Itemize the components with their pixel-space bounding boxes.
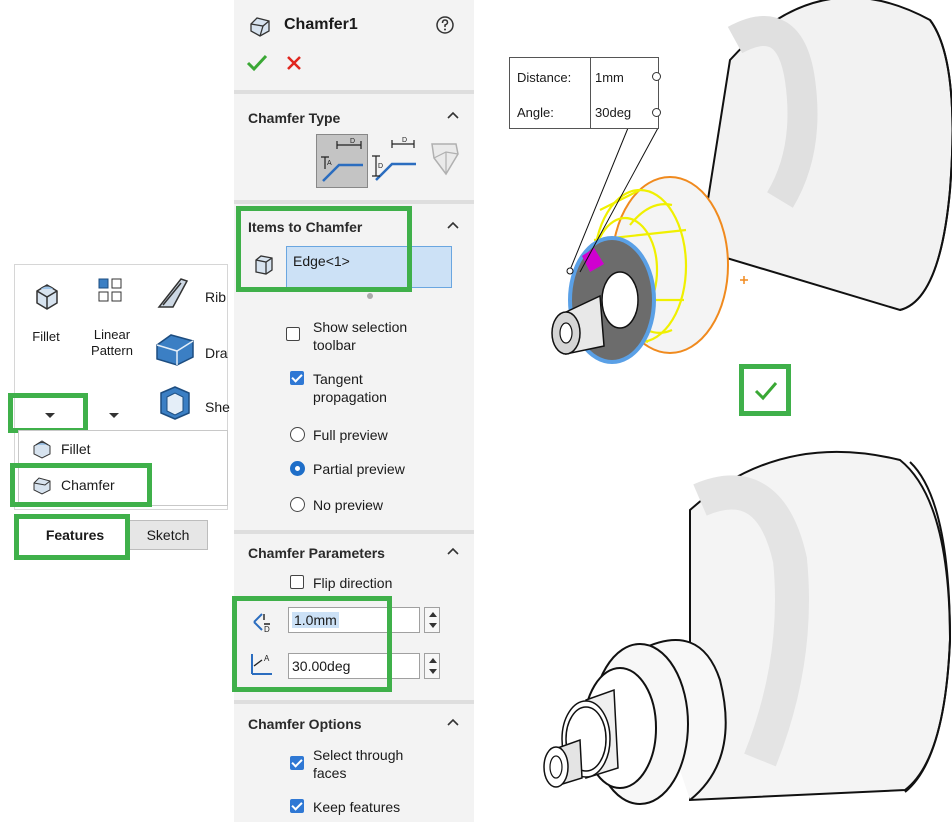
distance-distance-icon: D D xyxy=(372,137,416,181)
highlight-chamfer-item xyxy=(10,463,152,507)
checkmark-icon xyxy=(754,382,778,401)
callout-pin[interactable] xyxy=(652,108,661,117)
chevron-up-icon[interactable] xyxy=(446,717,460,727)
highlight-chamfer-values xyxy=(232,596,392,692)
callout-distance-label: Distance: xyxy=(517,70,572,85)
angle-distance-icon: D A xyxy=(321,138,363,182)
divider xyxy=(234,700,474,704)
draft-label: Dra xyxy=(205,345,228,361)
fillet-icon xyxy=(36,284,58,310)
ok-button[interactable] xyxy=(246,54,268,72)
dimension-callout: Distance: 1mm Angle: 30deg xyxy=(509,57,661,129)
select-through-faces-checkbox[interactable] xyxy=(290,756,304,770)
svg-text:A: A xyxy=(327,160,332,167)
confirm-check-box xyxy=(739,364,791,416)
rib-label: Rib xyxy=(205,289,227,305)
callout-angle-label: Angle: xyxy=(517,105,554,120)
resize-handle[interactable] xyxy=(367,293,373,299)
tangent-propagation-checkbox[interactable] xyxy=(290,371,304,385)
tangent-propagation-label: Tangent propagation xyxy=(313,371,387,405)
show-selection-toolbar-label: Show selection toolbar xyxy=(313,319,408,353)
no-preview-radio[interactable] xyxy=(290,497,305,512)
chamfer-type-distance-distance[interactable]: D D xyxy=(370,134,422,188)
chevron-up-icon[interactable] xyxy=(446,220,460,230)
pattern-dropdown-arrow[interactable] xyxy=(99,405,129,425)
callout-angle-value[interactable]: 30deg xyxy=(595,105,631,120)
fillet-label: Fillet xyxy=(32,329,60,344)
draft-button[interactable]: Dra xyxy=(155,331,229,371)
model-preview xyxy=(551,0,952,364)
partial-preview-label: Partial preview xyxy=(313,461,405,477)
chevron-up-icon[interactable] xyxy=(446,110,460,120)
select-through-faces-label: Select through faces xyxy=(313,747,404,781)
highlight-features-tab xyxy=(14,514,130,560)
keep-features-checkbox[interactable] xyxy=(290,799,304,813)
callout-divider xyxy=(590,58,591,128)
divider xyxy=(234,200,474,204)
rib-icon xyxy=(157,278,189,308)
section-title-chamfer-options: Chamfer Options xyxy=(248,716,362,732)
flip-direction-checkbox[interactable] xyxy=(290,575,304,589)
divider xyxy=(234,530,474,534)
question-circle-icon[interactable] xyxy=(435,15,455,35)
vertex-chamfer-icon xyxy=(431,143,459,176)
full-preview-radio[interactable] xyxy=(290,427,305,442)
section-title-chamfer-parameters: Chamfer Parameters xyxy=(248,545,385,561)
cancel-button[interactable] xyxy=(286,55,302,71)
shell-icon xyxy=(160,386,190,420)
shell-label: She xyxy=(205,399,230,415)
highlight-items-to-chamfer xyxy=(236,206,412,292)
linear-pattern-icon xyxy=(98,278,122,302)
chamfer-icon xyxy=(250,17,270,37)
highlight-fillet-dropdown xyxy=(8,393,88,433)
partial-preview-radio[interactable] xyxy=(290,461,305,476)
fillet-icon xyxy=(33,440,51,459)
tab-sketch[interactable]: Sketch xyxy=(128,520,208,550)
chevron-up-icon[interactable] xyxy=(446,546,460,556)
shell-button[interactable]: She xyxy=(155,385,230,425)
tab-label: Sketch xyxy=(146,527,190,543)
rib-button[interactable]: Rib xyxy=(155,275,229,315)
menu-item-fillet[interactable]: Fillet xyxy=(23,433,221,465)
menu-item-label: Fillet xyxy=(61,441,91,457)
linear-pattern-label: Linear Pattern xyxy=(91,327,133,358)
keep-features-label: Keep features xyxy=(313,799,401,815)
chevron-down-icon xyxy=(109,413,119,418)
svg-text:D: D xyxy=(402,137,407,144)
chamfer-type-vertex[interactable] xyxy=(424,134,464,188)
flip-direction-label: Flip direction xyxy=(313,575,393,591)
fillet-button[interactable]: Fillet xyxy=(17,271,75,355)
draft-icon xyxy=(156,334,194,366)
angle-spinner[interactable] xyxy=(424,653,440,679)
chamfer-property-manager: Chamfer1 Chamfer Type D A D D Items to C… xyxy=(234,0,474,822)
distance-spinner[interactable] xyxy=(424,607,440,633)
chamfer-type-angle-distance[interactable]: D A xyxy=(316,134,368,188)
page-title: Chamfer1 xyxy=(284,16,358,33)
divider xyxy=(234,90,474,94)
section-title-chamfer-type: Chamfer Type xyxy=(248,110,341,126)
svg-text:D: D xyxy=(378,163,383,170)
linear-pattern-button[interactable]: Linear Pattern xyxy=(77,271,147,367)
callout-pin[interactable] xyxy=(652,72,661,81)
callout-distance-value[interactable]: 1mm xyxy=(595,70,624,85)
no-preview-label: No preview xyxy=(313,497,384,513)
model-result xyxy=(543,450,952,805)
show-selection-toolbar-checkbox[interactable] xyxy=(286,327,300,341)
full-preview-label: Full preview xyxy=(313,427,388,443)
svg-text:D: D xyxy=(350,138,355,145)
